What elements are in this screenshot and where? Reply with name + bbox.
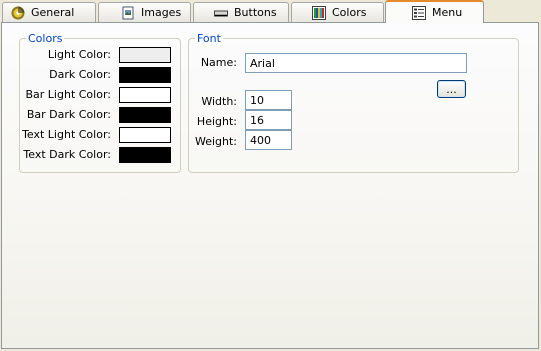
tab-general-label: General xyxy=(31,6,75,19)
tab-strip: General Images Buttons Colors Menu xyxy=(0,0,541,23)
light-color-label: Light Color: xyxy=(47,48,111,61)
text-dark-color-swatch[interactable] xyxy=(119,147,171,163)
font-width-input[interactable] xyxy=(245,90,292,110)
dark-color-swatch[interactable] xyxy=(119,67,171,83)
tab-menu[interactable]: Menu xyxy=(385,0,484,23)
light-color-swatch[interactable] xyxy=(119,47,171,63)
font-height-input[interactable] xyxy=(245,110,292,130)
image-file-icon xyxy=(121,6,135,20)
tab-menu-label: Menu xyxy=(432,6,463,19)
font-weight-input[interactable] xyxy=(245,130,292,150)
font-weight-label: Weight: xyxy=(194,135,237,148)
bar-dark-color-label: Bar Dark Color: xyxy=(26,108,111,121)
tab-buttons[interactable]: Buttons xyxy=(193,2,289,22)
font-browse-button[interactable]: ... xyxy=(437,80,466,98)
tab-general[interactable]: General xyxy=(2,2,96,22)
tab-buttons-label: Buttons xyxy=(234,6,277,19)
button-icon xyxy=(214,6,228,20)
font-width-label: Width: xyxy=(201,95,237,108)
disc-icon xyxy=(11,6,25,20)
text-dark-color-label: Text Dark Color: xyxy=(23,148,111,161)
text-light-color-label: Text Light Color: xyxy=(22,128,111,141)
tab-images[interactable]: Images xyxy=(98,2,191,22)
font-group-title: Font xyxy=(197,32,221,45)
menu-tab-panel: Colors Light Color: Dark Color: Bar Ligh… xyxy=(1,22,539,349)
bar-light-color-label: Bar Light Color: xyxy=(25,88,112,101)
font-height-label: Height: xyxy=(196,115,237,128)
dark-color-label: Dark Color: xyxy=(49,68,111,81)
bar-light-color-swatch[interactable] xyxy=(119,87,171,103)
tab-colors[interactable]: Colors xyxy=(291,2,384,22)
text-light-color-swatch[interactable] xyxy=(119,127,171,143)
tab-images-label: Images xyxy=(141,6,182,19)
font-name-label: Name: xyxy=(200,56,237,69)
colors-group-title: Colors xyxy=(28,32,63,45)
font-name-input[interactable] xyxy=(245,53,467,73)
tab-colors-label: Colors xyxy=(332,6,367,19)
color-bars-icon xyxy=(312,5,326,20)
menu-icon xyxy=(412,5,426,20)
bar-dark-color-swatch[interactable] xyxy=(119,107,171,123)
